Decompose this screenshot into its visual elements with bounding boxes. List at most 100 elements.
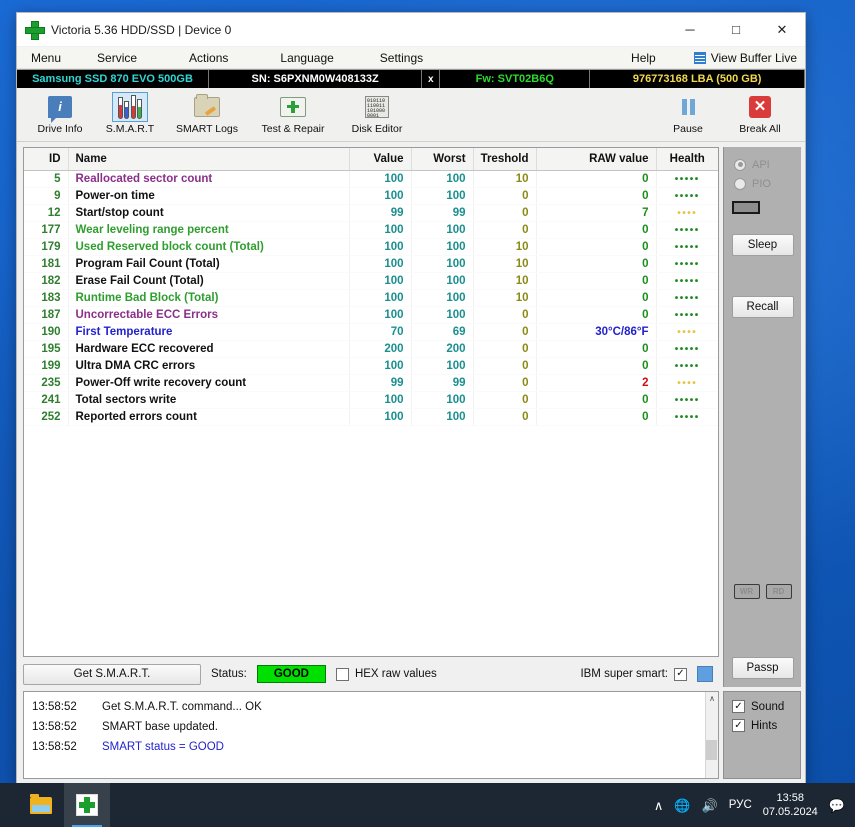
- table-row[interactable]: 235 Power-Off write recovery count 99 99 0 2 •…: [24, 374, 718, 392]
- windows-taskbar: ∧ 🌐 🔊 РУС 13:58 07.05.2024 💬: [0, 783, 855, 827]
- close-button[interactable]: ✕: [759, 13, 805, 46]
- wr-button[interactable]: WR: [733, 584, 760, 599]
- table-row[interactable]: 199 Ultra DMA CRC errors 100 100 0 0 •••••: [24, 357, 718, 375]
- cell-health: •••••: [656, 306, 718, 324]
- taskbar-victoria[interactable]: [64, 783, 110, 827]
- cell-worst: 100: [411, 187, 474, 205]
- cell-threshold: 10: [473, 289, 537, 307]
- table-row[interactable]: 190 First Temperature 70 69 0 30°C/86°F ••••: [24, 323, 718, 341]
- sleep-button[interactable]: Sleep: [731, 234, 794, 256]
- pause-button[interactable]: Pause: [653, 90, 723, 140]
- menu-item-language[interactable]: Language: [270, 47, 369, 68]
- network-globe-icon[interactable]: 🌐: [674, 799, 690, 812]
- table-row[interactable]: 187 Uncorrectable ECC Errors 100 100 0 0 •••••: [24, 306, 718, 324]
- device-close-icon[interactable]: x: [422, 70, 441, 88]
- table-row[interactable]: 177 Wear leveling range percent 100 100 0 0 ••…: [24, 221, 718, 239]
- table-row[interactable]: 252 Reported errors count 100 100 0 0 •••••: [24, 408, 718, 426]
- get-smart-button[interactable]: Get S.M.A.R.T.: [23, 663, 201, 685]
- cell-raw: 0: [536, 289, 657, 307]
- notifications-icon[interactable]: 💬: [829, 799, 845, 812]
- menu-item-menu[interactable]: Menu: [17, 47, 87, 68]
- menu-item-settings[interactable]: Settings: [370, 47, 433, 68]
- table-row[interactable]: 182 Erase Fail Count (Total) 100 100 10 0 ••••…: [24, 272, 718, 290]
- cell-value: 200: [349, 340, 412, 358]
- activity-led-indicator: [731, 201, 760, 214]
- cell-worst: 100: [411, 391, 474, 409]
- menu-item-actions[interactable]: Actions: [179, 47, 270, 68]
- table-row[interactable]: 5 Reallocated sector count 100 100 10 0 •••••: [24, 170, 718, 188]
- test-and-repair-label: Test & Repair: [261, 122, 325, 135]
- cell-worst: 100: [411, 289, 474, 307]
- first-aid-kit-icon: [275, 92, 311, 122]
- hints-checkbox[interactable]: ✓ Hints: [732, 719, 800, 732]
- window-controls: ─ □ ✕: [667, 13, 805, 46]
- language-indicator[interactable]: РУС: [729, 799, 752, 811]
- minimize-button[interactable]: ─: [667, 13, 713, 46]
- disk-editor-button[interactable]: 010110 110011 101000 0001 Disk Editor: [337, 90, 417, 140]
- maximize-button[interactable]: □: [713, 13, 759, 46]
- recall-button[interactable]: Recall: [731, 296, 794, 318]
- volume-speaker-icon[interactable]: 🔊: [702, 799, 718, 812]
- cell-health: •••••: [656, 221, 718, 239]
- smart-button[interactable]: S.M.A.R.T: [95, 90, 165, 140]
- log-scrollbar[interactable]: ∧: [705, 692, 718, 778]
- view-buffer-live-button[interactable]: View Buffer Live: [693, 51, 805, 65]
- break-all-button[interactable]: ✕ Break All: [723, 90, 797, 140]
- column-header-id[interactable]: ID: [24, 148, 69, 171]
- api-radio-option[interactable]: API: [724, 155, 801, 174]
- column-header-value[interactable]: Value: [349, 148, 412, 171]
- table-body: 5 Reallocated sector count 100 100 10 0 ••••• 9…: [24, 170, 718, 426]
- table-row[interactable]: 12 Start/stop count 99 99 0 7 ••••: [24, 204, 718, 222]
- menu-item-help[interactable]: Help: [621, 47, 694, 68]
- taskbar-clock[interactable]: 13:58 07.05.2024: [763, 791, 818, 819]
- drive-info-label: Drive Info: [37, 122, 83, 135]
- cell-raw: 7: [536, 204, 657, 222]
- log-scroll-up-arrow[interactable]: ∧: [706, 692, 718, 705]
- passport-button[interactable]: Passp: [731, 657, 794, 679]
- column-header-name[interactable]: Name: [68, 148, 350, 171]
- table-row[interactable]: 9 Power-on time 100 100 0 0 •••••: [24, 187, 718, 205]
- cell-raw: 0: [536, 187, 657, 205]
- table-row[interactable]: 195 Hardware ECC recovered 200 200 0 0 •••••: [24, 340, 718, 358]
- cell-worst: 200: [411, 340, 474, 358]
- table-row[interactable]: 183 Runtime Bad Block (Total) 100 100 10 0 •••…: [24, 289, 718, 307]
- pio-radio-option[interactable]: PIO: [724, 174, 801, 193]
- hex-raw-values-checkbox[interactable]: HEX raw values: [335, 667, 437, 681]
- table-row[interactable]: 241 Total sectors write 100 100 0 0 •••••: [24, 391, 718, 409]
- sound-checkbox-box: ✓: [732, 700, 745, 713]
- color-swatch[interactable]: [697, 666, 713, 682]
- ibm-super-smart-checkbox[interactable]: IBM super smart: ✓: [580, 667, 687, 681]
- column-header-worst[interactable]: Worst: [411, 148, 474, 171]
- taskbar-file-explorer[interactable]: [18, 783, 64, 827]
- cell-threshold: 0: [473, 357, 537, 375]
- victoria-app-window: Victoria 5.36 HDD/SSD | Device 0 ─ □ ✕ M…: [16, 12, 806, 784]
- clock-time: 13:58: [776, 792, 805, 804]
- cell-health: ••••: [656, 323, 718, 341]
- cell-id: 9: [24, 187, 69, 205]
- column-header-health[interactable]: Health: [656, 148, 718, 171]
- tray-chevron-up-icon[interactable]: ∧: [654, 799, 664, 812]
- device-firmware: Fw: SVT02B6Q: [440, 70, 591, 88]
- api-radio-icon: [734, 158, 746, 171]
- log-line: 13:58:52 SMART status = GOOD: [32, 737, 718, 757]
- cell-worst: 100: [411, 170, 474, 188]
- cell-health: •••••: [656, 255, 718, 273]
- smart-logs-button[interactable]: SMART Logs: [165, 90, 249, 140]
- log-panel[interactable]: 13:58:52 Get S.M.A.R.T. command... OK 13:5…: [23, 691, 719, 779]
- pause-icon: [670, 92, 706, 122]
- log-scroll-thumb[interactable]: [706, 740, 717, 760]
- menu-item-service[interactable]: Service: [87, 47, 179, 68]
- cell-raw: 0: [536, 306, 657, 324]
- cell-threshold: 0: [473, 204, 537, 222]
- column-header-threshold[interactable]: Treshold: [473, 148, 537, 171]
- column-header-raw-value[interactable]: RAW value: [536, 148, 657, 171]
- test-and-repair-button[interactable]: Test & Repair: [249, 90, 337, 140]
- table-row[interactable]: 179 Used Reserved block count (Total) 100 1…: [24, 238, 718, 256]
- disk-editor-label: Disk Editor: [351, 122, 403, 135]
- sound-checkbox[interactable]: ✓ Sound: [732, 700, 800, 713]
- drive-info-button[interactable]: i Drive Info: [25, 90, 95, 140]
- table-row[interactable]: 181 Program Fail Count (Total) 100 100 10 0 ••…: [24, 255, 718, 273]
- cell-health: •••••: [656, 238, 718, 256]
- cell-name: Power-on time: [68, 187, 350, 205]
- rd-button[interactable]: RD: [765, 584, 792, 599]
